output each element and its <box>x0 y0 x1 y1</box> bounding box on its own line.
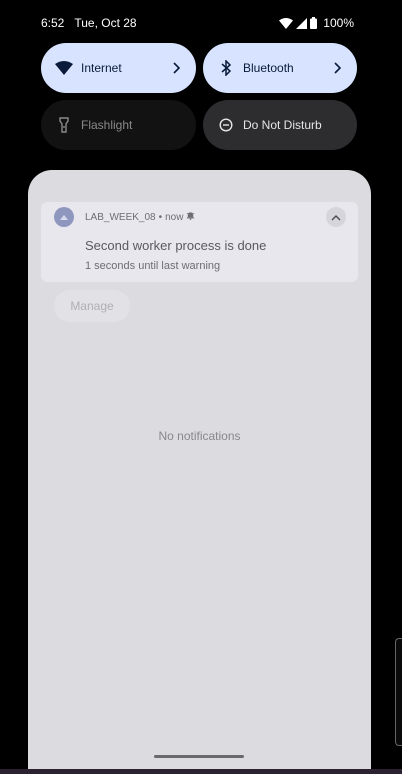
battery-percent: 100% <box>323 16 354 30</box>
tile-do-not-disturb[interactable]: Do Not Disturb <box>203 100 357 150</box>
notification-title: Second worker process is done <box>85 238 267 253</box>
bluetooth-icon <box>217 59 235 77</box>
tile-flashlight[interactable]: Flashlight <box>41 100 196 150</box>
wifi-icon <box>55 59 73 77</box>
cell-signal-icon <box>296 17 308 29</box>
notification-separator: • <box>158 211 163 223</box>
home-indicator[interactable] <box>154 755 244 758</box>
status-date: Tue, Oct 28 <box>74 16 137 30</box>
manage-button[interactable]: Manage <box>54 290 130 322</box>
chevron-right-icon <box>170 62 182 74</box>
notification-body: 1 seconds until last warning <box>85 260 221 272</box>
tile-do-not-disturb-label: Do Not Disturb <box>243 118 322 132</box>
notification-time: now <box>165 211 184 223</box>
status-bar: 6:52 Tue, Oct 28 100% <box>41 14 354 32</box>
no-notifications-text: No notifications <box>158 429 241 443</box>
battery-icon <box>310 17 318 29</box>
alert-bell-icon <box>186 211 195 223</box>
notification-header: LAB_WEEK_08 • now <box>85 211 195 223</box>
do-not-disturb-icon <box>217 116 235 134</box>
status-time: 6:52 <box>41 16 65 30</box>
tile-internet-label: Internet <box>81 61 122 75</box>
tile-bluetooth[interactable]: Bluetooth <box>203 43 357 93</box>
chevron-right-icon <box>331 62 343 74</box>
bottom-strip <box>0 769 402 774</box>
notification-app-name: LAB_WEEK_08 <box>85 211 156 223</box>
tile-bluetooth-label: Bluetooth <box>243 61 294 75</box>
notification-shade-screen: 6:52 Tue, Oct 28 100% Internet Bluetooth… <box>0 0 402 774</box>
flashlight-icon <box>55 116 73 134</box>
notification-card[interactable]: LAB_WEEK_08 • now Second worker process … <box>41 202 358 282</box>
wifi-signal-icon <box>279 17 294 29</box>
status-icons: 100% <box>279 16 354 30</box>
chevron-up-icon <box>331 208 341 226</box>
app-icon <box>54 207 74 227</box>
notification-shade: LAB_WEEK_08 • now Second worker process … <box>28 170 371 774</box>
tile-internet[interactable]: Internet <box>41 43 196 93</box>
edge-panel-handle[interactable] <box>395 638 402 746</box>
tile-flashlight-label: Flashlight <box>81 118 133 132</box>
collapse-button[interactable] <box>326 207 346 227</box>
